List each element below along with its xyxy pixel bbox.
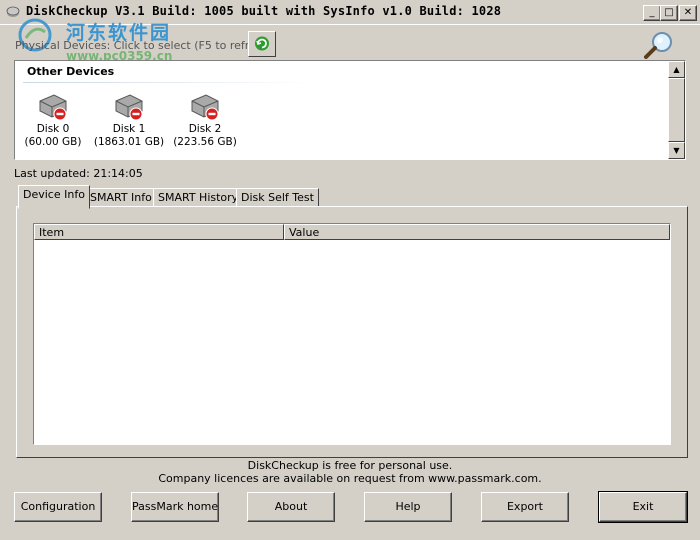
disk-size: (223.56 GB)	[173, 136, 237, 148]
device-list[interactable]: Other Devices Disk 0 (60.00 GB) Disk 1 (…	[14, 60, 686, 160]
hard-drive-icon	[39, 94, 67, 121]
column-header-value[interactable]: Value	[284, 224, 670, 240]
disk-name: Disk 1	[112, 123, 146, 135]
device-list-scrollbar[interactable]: ▲ ▼	[668, 61, 685, 159]
close-button[interactable]: ✕	[679, 5, 697, 21]
hard-drive-icon	[191, 94, 219, 121]
maximize-button[interactable]: □	[660, 5, 678, 21]
hard-drive-icon	[115, 94, 143, 121]
physical-devices-label: Physical Devices: Click to select (F5 to…	[15, 39, 273, 52]
export-button[interactable]: Export	[481, 492, 569, 522]
exit-button[interactable]: Exit	[598, 491, 688, 523]
passmark-home-button[interactable]: PassMark home	[131, 492, 219, 522]
disk-item[interactable]: Disk 2 (223.56 GB)	[167, 91, 243, 149]
scroll-thumb[interactable]	[668, 78, 685, 142]
last-updated-text: Last updated: 21:14:05	[14, 167, 143, 180]
disk-size: (60.00 GB)	[24, 136, 82, 148]
search-icon[interactable]	[642, 30, 678, 60]
disk-name: Disk 2	[188, 123, 222, 135]
configuration-button[interactable]: Configuration	[14, 492, 102, 522]
group-divider	[23, 82, 313, 83]
disk-item[interactable]: Disk 0 (60.00 GB)	[15, 91, 91, 149]
scroll-up-button[interactable]: ▲	[668, 61, 685, 78]
refresh-icon	[255, 36, 269, 51]
refresh-button[interactable]	[248, 31, 276, 57]
help-button[interactable]: Help	[364, 492, 452, 522]
disk-name: Disk 0	[36, 123, 70, 135]
scroll-down-button[interactable]: ▼	[668, 142, 685, 159]
licence-notice: Company licences are available on reques…	[158, 472, 542, 485]
about-button[interactable]: About	[247, 492, 335, 522]
tab-device-info[interactable]: Device Info	[18, 185, 90, 209]
group-header: Other Devices	[27, 65, 115, 78]
tab-panel: Item Value	[16, 206, 688, 458]
disk-size: (1863.01 GB)	[93, 136, 165, 148]
free-use-notice: DiskCheckup is free for personal use.	[247, 459, 453, 472]
window-title: DiskCheckup V3.1 Build: 1005 built with …	[26, 4, 502, 18]
column-header-item[interactable]: Item	[34, 224, 284, 240]
disk-item[interactable]: Disk 1 (1863.01 GB)	[91, 91, 167, 149]
app-icon	[6, 6, 20, 17]
device-info-table[interactable]: Item Value	[33, 223, 671, 445]
minimize-button[interactable]: _	[643, 5, 661, 21]
